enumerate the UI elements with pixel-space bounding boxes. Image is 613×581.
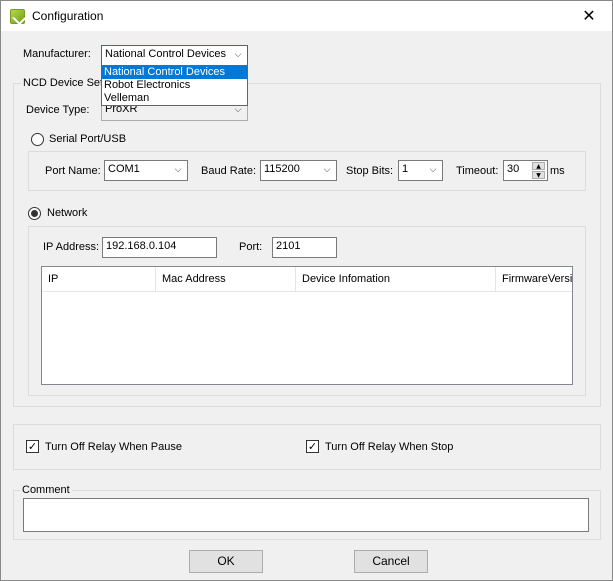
network-radio[interactable] bbox=[28, 207, 41, 220]
device-list[interactable]: IP Mac Address Device Infomation Firmwar… bbox=[41, 266, 573, 385]
baud-rate-value: 115200 bbox=[264, 163, 300, 175]
chevron-down-icon: ⌵ bbox=[323, 165, 331, 175]
manufacturer-dropdown-list: National Control Devices Robot Electroni… bbox=[101, 65, 248, 106]
comment-title: Comment bbox=[20, 484, 72, 496]
port-name-select[interactable]: COM1 ⌵ bbox=[104, 160, 188, 181]
device-type-label: Device Type: bbox=[26, 104, 90, 116]
relay-stop-checkbox[interactable]: ✓ bbox=[306, 440, 319, 453]
port-label: Port: bbox=[239, 241, 263, 253]
stop-bits-value: 1 bbox=[402, 163, 409, 175]
title-bar: Configuration ✕ bbox=[1, 1, 612, 31]
port-name-label: Port Name: bbox=[45, 165, 101, 177]
serial-radio[interactable] bbox=[31, 133, 44, 146]
app-icon bbox=[10, 9, 25, 24]
ip-address-input[interactable]: 192.168.0.104 bbox=[102, 237, 217, 258]
port-input[interactable]: 2101 bbox=[272, 237, 337, 258]
relay-pause-label: Turn Off Relay When Pause bbox=[45, 441, 182, 453]
manufacturer-label: Manufacturer: bbox=[23, 48, 91, 60]
chevron-down-icon: ⌵ bbox=[174, 165, 182, 175]
close-button[interactable]: ✕ bbox=[566, 1, 612, 31]
ok-button[interactable]: OK bbox=[189, 550, 263, 573]
column-mac-address[interactable]: Mac Address bbox=[156, 267, 296, 292]
manufacturer-select[interactable]: National Control Devices ⌵ bbox=[101, 45, 248, 66]
ncd-group-title: NCD Device Set bbox=[21, 77, 106, 89]
network-label: Network bbox=[47, 207, 88, 219]
cancel-button[interactable]: Cancel bbox=[354, 550, 428, 573]
relay-stop-label: Turn Off Relay When Stop bbox=[325, 441, 454, 453]
manufacturer-option-ncd[interactable]: National Control Devices bbox=[102, 66, 247, 79]
manufacturer-value: National Control Devices bbox=[105, 48, 227, 60]
serial-label: Serial Port/USB bbox=[49, 133, 127, 145]
column-firmware-version[interactable]: FirmwareVersic bbox=[496, 267, 572, 292]
spin-down-icon[interactable]: ▼ bbox=[532, 171, 545, 179]
column-device-information[interactable]: Device Infomation bbox=[296, 267, 496, 292]
column-ip[interactable]: IP bbox=[42, 267, 156, 292]
window-title: Configuration bbox=[32, 9, 104, 23]
chevron-down-icon: ⌵ bbox=[234, 50, 242, 60]
manufacturer-option-velleman[interactable]: Velleman bbox=[102, 92, 247, 105]
ip-address-label: IP Address: bbox=[43, 241, 100, 253]
chevron-down-icon: ⌵ bbox=[429, 165, 437, 175]
relay-pause-checkbox[interactable]: ✓ bbox=[26, 440, 39, 453]
port-name-value: COM1 bbox=[108, 163, 140, 175]
timeout-label: Timeout: bbox=[456, 165, 499, 177]
baud-rate-select[interactable]: 115200 ⌵ bbox=[260, 160, 337, 181]
stop-bits-label: Stop Bits: bbox=[346, 165, 394, 177]
timeout-unit: ms bbox=[550, 165, 565, 177]
configuration-window: Configuration ✕ Manufacturer: National C… bbox=[0, 0, 613, 581]
device-list-header: IP Mac Address Device Infomation Firmwar… bbox=[42, 267, 572, 292]
baud-rate-label: Baud Rate: bbox=[201, 165, 257, 177]
spin-up-icon[interactable]: ▲ bbox=[532, 162, 545, 170]
manufacturer-option-robot-electronics[interactable]: Robot Electronics bbox=[102, 79, 247, 92]
timeout-spinner: ▲ ▼ bbox=[530, 160, 548, 181]
timeout-input[interactable]: 30 bbox=[503, 160, 531, 181]
stop-bits-select[interactable]: 1 ⌵ bbox=[398, 160, 443, 181]
comment-input[interactable] bbox=[23, 498, 589, 532]
